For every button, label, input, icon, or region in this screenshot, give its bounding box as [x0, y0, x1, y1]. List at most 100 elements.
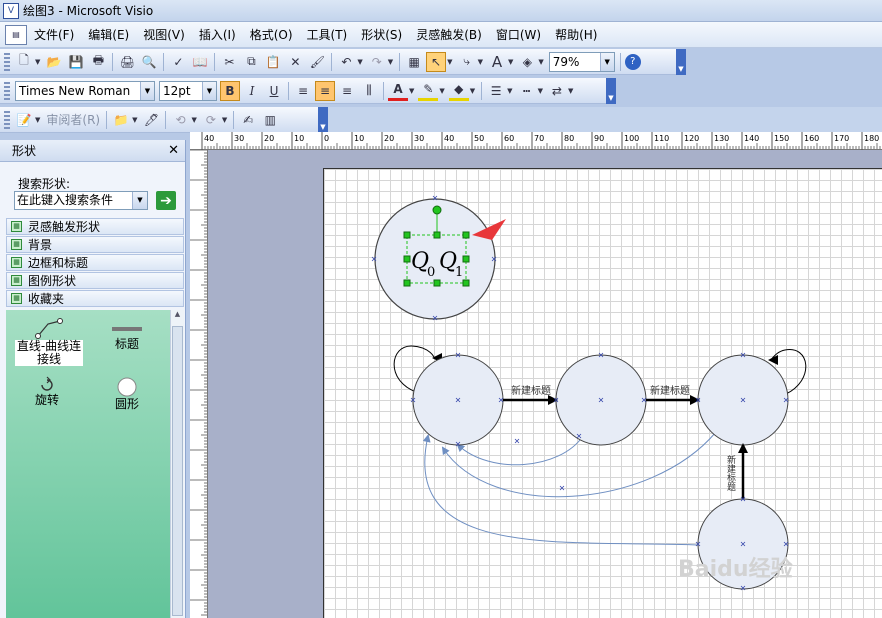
toolbar-grip[interactable]: [4, 52, 10, 71]
prev-dropdown-icon[interactable]: ▼: [191, 116, 196, 124]
font-name-dropdown-icon[interactable]: ▼: [140, 81, 154, 100]
save-icon[interactable]: 💾: [66, 52, 86, 72]
line-weight-dropdown-icon[interactable]: ▼: [507, 87, 512, 95]
align-right-icon[interactable]: ≡: [337, 81, 357, 101]
align-center-icon[interactable]: ≡: [315, 80, 335, 101]
toolbar-options-icon[interactable]: ▼: [606, 77, 616, 104]
pointer-tool-icon[interactable]: ↖: [426, 51, 447, 72]
category-brainstorm[interactable]: ▦ 灵感触发形状: [6, 218, 184, 235]
comment-icon[interactable]: ✍: [238, 110, 258, 130]
menu-tools[interactable]: 工具(T): [300, 26, 355, 43]
fill-color-dropdown-icon[interactable]: ▼: [470, 87, 475, 95]
folder-icon[interactable]: 📁: [111, 110, 131, 130]
zoom-combo[interactable]: 79% ▼: [548, 51, 615, 72]
connector-dropdown-icon[interactable]: ▼: [478, 58, 483, 66]
zoom-dropdown-icon[interactable]: ▼: [599, 52, 614, 71]
menu-brainstorm[interactable]: 灵感触发(B): [409, 26, 489, 43]
text-dropdown-icon[interactable]: ▼: [508, 58, 513, 66]
menu-help[interactable]: 帮助(H): [548, 26, 604, 43]
stamp-tool-icon[interactable]: ◈: [517, 52, 537, 72]
fill-color-icon[interactable]: ◆: [448, 81, 469, 101]
visio-app-icon[interactable]: V: [3, 2, 19, 19]
paste-icon[interactable]: 📋: [263, 52, 283, 72]
research-icon[interactable]: 📖: [190, 52, 210, 72]
redo-icon[interactable]: ↷: [367, 52, 387, 72]
undo-dropdown-icon[interactable]: ▼: [357, 58, 362, 66]
menu-edit[interactable]: 编辑(E): [81, 26, 136, 43]
search-go-button[interactable]: ➔: [156, 191, 176, 210]
line-weight-icon[interactable]: ☰: [486, 81, 506, 101]
print-icon[interactable]: 🖨: [117, 52, 137, 72]
menu-insert[interactable]: 插入(I): [192, 26, 243, 43]
stencil-circle[interactable]: 圆形: [102, 376, 152, 411]
close-icon[interactable]: ✕: [168, 143, 179, 158]
line-ends-dropdown-icon[interactable]: ▼: [568, 87, 573, 95]
reviewer-button[interactable]: 审阅者(R): [46, 111, 100, 128]
format-painter-icon[interactable]: 🖌: [307, 52, 327, 72]
markup-icon[interactable]: 📝: [14, 110, 34, 130]
copy-icon[interactable]: ⧉: [241, 52, 261, 72]
toolbar-grip[interactable]: [4, 81, 10, 100]
markup-dropdown-icon[interactable]: ▼: [35, 116, 40, 124]
stamp-dropdown-icon[interactable]: ▼: [538, 58, 543, 66]
spelling-icon[interactable]: ✓: [168, 52, 188, 72]
font-color-dropdown-icon[interactable]: ▼: [409, 87, 414, 95]
italic-button[interactable]: I: [242, 81, 262, 101]
shapes-window-icon[interactable]: ▦: [404, 52, 424, 72]
line-color-dropdown-icon[interactable]: ▼: [439, 87, 444, 95]
line-pattern-dropdown-icon[interactable]: ▼: [538, 87, 543, 95]
category-legend[interactable]: ▦ 图例形状: [6, 272, 184, 289]
connector-tool-icon[interactable]: ⤷: [457, 52, 477, 72]
search-input[interactable]: 在此键入搜索条件 ▼: [14, 191, 148, 210]
undo-icon[interactable]: ↶: [336, 52, 356, 72]
category-borders-titles[interactable]: ▦ 边框和标题: [6, 254, 184, 271]
reviewing-pane-icon[interactable]: ▥: [260, 110, 280, 130]
category-favorites[interactable]: ▦ 收藏夹: [6, 290, 184, 307]
ink-icon[interactable]: 🖊: [141, 110, 161, 130]
align-left-icon[interactable]: ≡: [293, 81, 313, 101]
toolbar-options-icon[interactable]: ▼: [676, 48, 686, 75]
stencil-title[interactable]: 标题: [102, 320, 152, 351]
new-dropdown-icon[interactable]: ▼: [35, 58, 40, 66]
underline-button[interactable]: U: [264, 81, 284, 101]
stencil-scrollbar[interactable]: ▲: [170, 310, 184, 618]
new-icon[interactable]: 🗋: [14, 52, 34, 72]
next-change-icon[interactable]: ⟳: [201, 110, 221, 130]
open-icon[interactable]: 📂: [44, 52, 64, 72]
redo-dropdown-icon[interactable]: ▼: [388, 58, 393, 66]
font-size-combo[interactable]: 12pt ▼: [159, 80, 217, 101]
line-ends-icon[interactable]: ⇄: [547, 81, 567, 101]
scrollbar-thumb[interactable]: [172, 326, 183, 616]
print-preview-icon[interactable]: 🔍: [139, 52, 159, 72]
stencil-rotate[interactable]: 旋转: [22, 376, 72, 407]
menu-shape[interactable]: 形状(S): [354, 26, 409, 43]
font-size-dropdown-icon[interactable]: ▼: [202, 81, 216, 100]
line-color-icon[interactable]: ✎: [418, 81, 439, 101]
menu-format[interactable]: 格式(O): [243, 26, 300, 43]
font-name-combo[interactable]: Times New Roman ▼: [15, 80, 155, 101]
bold-button[interactable]: B: [220, 80, 240, 101]
prev-change-icon[interactable]: ⟲: [170, 110, 190, 130]
toolbar-grip[interactable]: [4, 110, 10, 129]
text-block-icon[interactable]: ⫼: [359, 81, 379, 101]
menu-window[interactable]: 窗口(W): [489, 26, 548, 43]
help-icon[interactable]: ?: [624, 53, 641, 70]
text-tool-icon[interactable]: A: [487, 52, 507, 72]
document-icon[interactable]: ▤: [5, 24, 27, 45]
search-dropdown-icon[interactable]: ▼: [132, 192, 147, 209]
menu-file[interactable]: 文件(F): [27, 26, 81, 43]
next-dropdown-icon[interactable]: ▼: [222, 116, 227, 124]
folder-dropdown-icon[interactable]: ▼: [132, 116, 137, 124]
toolbar-options-icon[interactable]: ▼: [318, 106, 328, 133]
delete-icon[interactable]: ✕: [285, 52, 305, 72]
pointer-dropdown-icon[interactable]: ▼: [447, 58, 452, 66]
scroll-up-icon[interactable]: ▲: [171, 310, 184, 318]
font-color-icon[interactable]: A: [388, 81, 408, 101]
stencil-connector[interactable]: 直线-曲线连接线: [14, 316, 84, 366]
menu-view[interactable]: 视图(V): [136, 26, 192, 43]
line-pattern-icon[interactable]: ┅: [517, 81, 537, 101]
cut-icon[interactable]: ✂: [219, 52, 239, 72]
drawing-page[interactable]: [323, 168, 882, 618]
category-background[interactable]: ▦ 背景: [6, 236, 184, 253]
permission-icon[interactable]: 🖶: [88, 52, 108, 72]
